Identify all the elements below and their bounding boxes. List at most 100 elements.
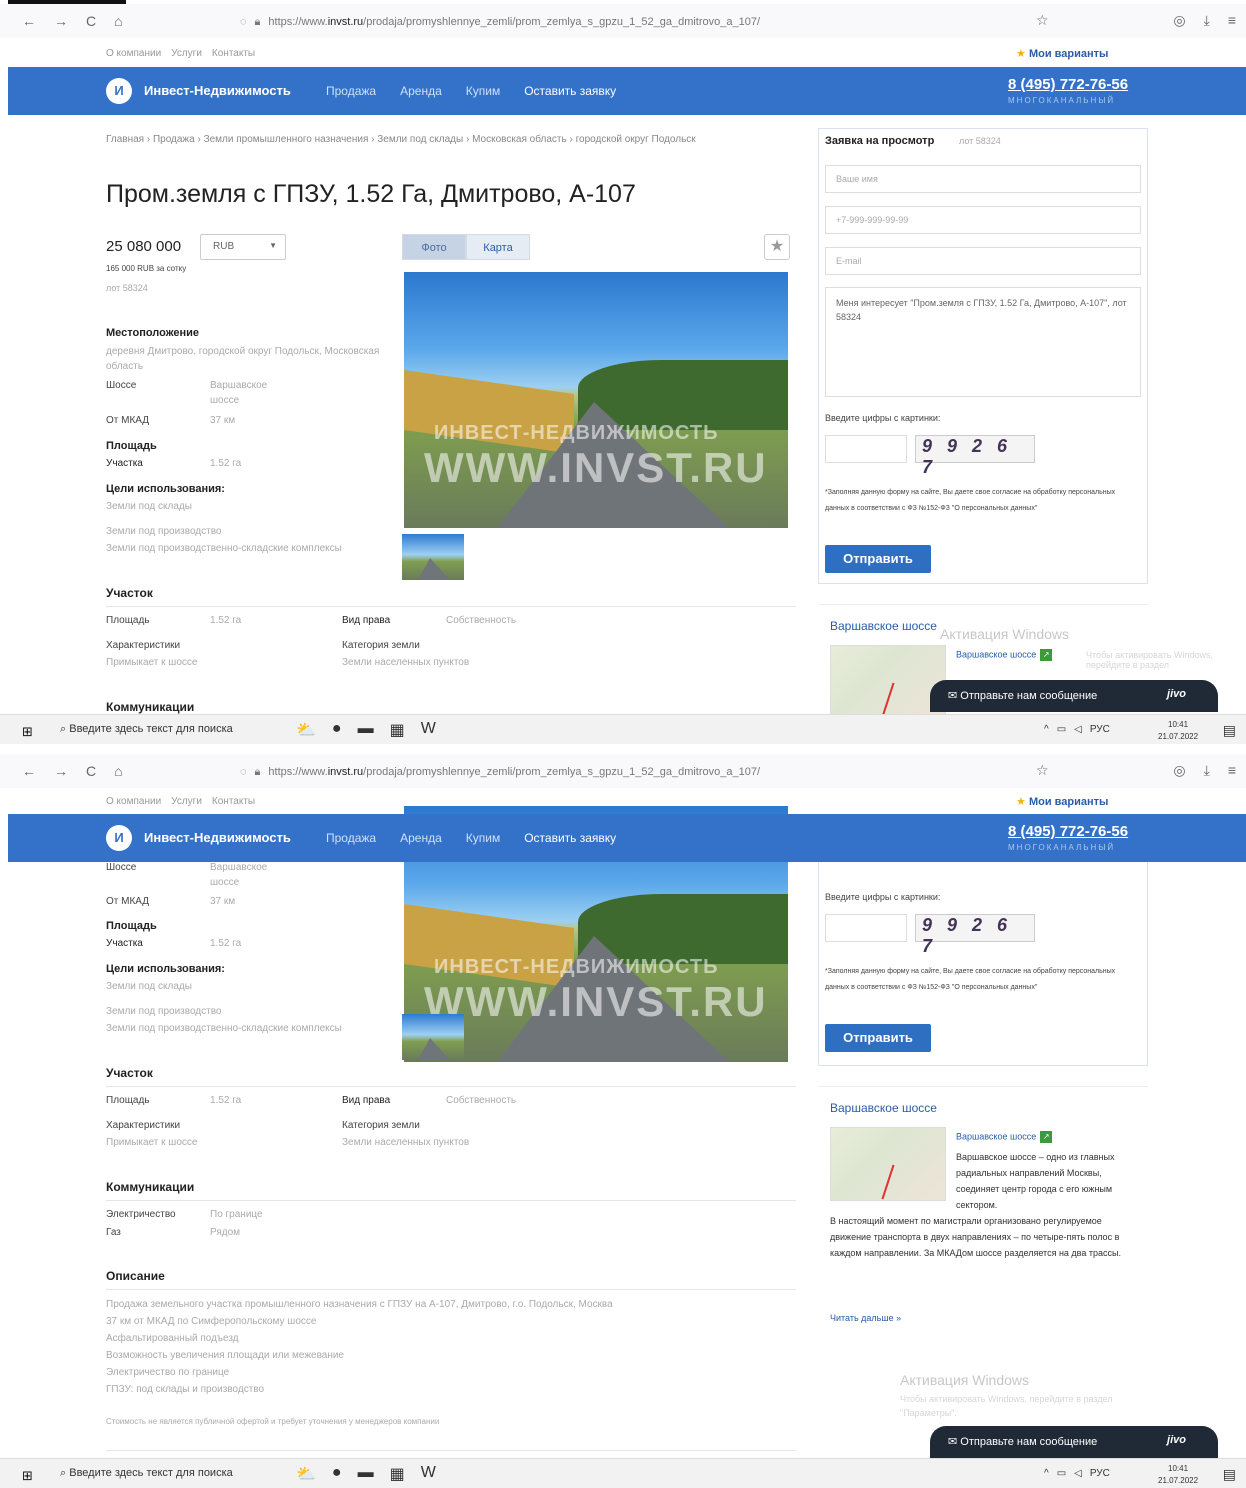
clock[interactable]: 10:41 21.07.2022 [1158, 1463, 1198, 1487]
contacts-link[interactable]: Контакты [212, 796, 255, 807]
description-line: Возможность увеличения площади или межев… [106, 1350, 344, 1361]
forward-icon[interactable]: → [54, 13, 68, 29]
about-link[interactable]: О компании [106, 796, 161, 807]
chat-widget[interactable]: ✉ Отправьте нам сообщение jivo [930, 1426, 1218, 1458]
favorites-link[interactable]: ★ Мои варианты [1016, 795, 1108, 808]
volume-icon[interactable]: ◁ [1074, 724, 1082, 735]
folder-icon[interactable]: ▬ [358, 720, 374, 740]
submit-button[interactable]: Отправить [825, 1024, 931, 1052]
captcha-input[interactable] [825, 435, 907, 463]
favorites-link[interactable]: ★ Мои варианты [1016, 47, 1108, 60]
menu-sale[interactable]: Продажа [326, 831, 376, 845]
weather-icon[interactable]: ⛅ [296, 720, 316, 740]
phone-input[interactable]: +7-999-999-99-99 [825, 206, 1141, 234]
contacts-link[interactable]: Контакты [212, 48, 255, 59]
bookmark-star-icon[interactable]: ☆ [1036, 12, 1049, 29]
chevron-up-icon[interactable]: ^ [1044, 1468, 1049, 1479]
windows-start-icon[interactable]: ⊞ [22, 724, 33, 740]
menu-rent[interactable]: Аренда [400, 84, 442, 98]
language-indicator[interactable]: РУС [1090, 724, 1110, 735]
divider [106, 1086, 796, 1087]
clock[interactable]: 10:41 21.07.2022 [1158, 719, 1198, 743]
about-link[interactable]: О компании [106, 48, 161, 59]
menu-rent[interactable]: Аренда [400, 831, 442, 845]
char-value: Примыкает к шоссе [106, 1137, 198, 1148]
firefox-icon[interactable]: ● [332, 720, 342, 740]
home-icon[interactable]: ⌂ [114, 13, 122, 29]
extensions-icon[interactable]: ≡ [1228, 12, 1236, 29]
listing-photo[interactable]: ИНВЕСТ-НЕДВИЖИМОСТЬ WWW.INVST.RU [404, 272, 788, 528]
logo-icon[interactable]: И [106, 78, 132, 104]
weather-icon[interactable]: ⛅ [296, 1464, 316, 1484]
pocket-icon[interactable]: ◎ [1173, 762, 1185, 779]
read-more-link[interactable]: Читать дальше » [830, 1313, 901, 1323]
phone-number[interactable]: 8 (495) 772-76-56 [1008, 823, 1128, 840]
pocket-icon[interactable]: ◎ [1173, 12, 1185, 29]
volume-icon[interactable]: ◁ [1074, 1468, 1082, 1479]
reload-icon[interactable]: C [86, 763, 96, 779]
windows-activation-params: "Параметры". [900, 1408, 957, 1418]
extensions-icon[interactable]: ≡ [1228, 762, 1236, 779]
network-icon[interactable]: ▭ [1057, 724, 1066, 735]
tab-map[interactable]: Карта [466, 234, 530, 260]
services-link[interactable]: Услуги [171, 796, 202, 807]
excel-icon[interactable]: ▦ [390, 1464, 405, 1484]
highway-title[interactable]: Варшавское шоссе [830, 1101, 937, 1115]
brand-name[interactable]: Инвест-Недвижимость [144, 830, 291, 845]
notifications-icon[interactable]: ▤ [1223, 1466, 1236, 1483]
menu-request[interactable]: Оставить заявку [524, 84, 616, 98]
menu-buy[interactable]: Купим [466, 831, 500, 845]
captcha-input[interactable] [825, 914, 907, 942]
notifications-icon[interactable]: ▤ [1223, 722, 1236, 739]
home-icon[interactable]: ⌂ [114, 763, 122, 779]
download-icon[interactable]: ⤓ [1204, 762, 1210, 779]
breadcrumb[interactable]: Главная › Продажа › Земли промышленного … [106, 132, 696, 148]
photo-thumbnail[interactable] [402, 534, 464, 580]
name-input[interactable]: Ваше имя [825, 165, 1141, 193]
address-bar[interactable]: ◌ 🔒︎ https://www.invst.ru/prodaja/promys… [240, 10, 1060, 34]
taskbar-search[interactable]: ⌕ Введите здесь текст для поиска [60, 723, 233, 736]
taskbar: ⊞ ⌕ Введите здесь текст для поиска ⛅ ● ▬… [0, 1458, 1246, 1488]
download-icon[interactable]: ⤓ [1204, 12, 1210, 29]
address-bar[interactable]: ◌ 🔒︎ https://www.invst.ru/prodaja/promys… [240, 760, 1060, 784]
forward-icon[interactable]: → [54, 763, 68, 779]
folder-icon[interactable]: ▬ [358, 1464, 374, 1484]
menu-buy[interactable]: Купим [466, 84, 500, 98]
highway-link[interactable]: Варшавское шоссе ↗ [956, 649, 1053, 661]
chat-widget[interactable]: ✉ Отправьте нам сообщение jivo [930, 680, 1218, 712]
brand-name[interactable]: Инвест-Недвижимость [144, 83, 291, 98]
back-icon[interactable]: ← [22, 13, 36, 29]
tab-photo[interactable]: Фото [402, 234, 466, 260]
highway-map[interactable] [830, 645, 946, 719]
windows-start-icon[interactable]: ⊞ [22, 1468, 33, 1484]
message-textarea[interactable]: Меня интересует "Пром.земля с ГПЗУ, 1.52… [825, 287, 1141, 397]
bookmark-star-icon[interactable]: ☆ [1036, 762, 1049, 779]
back-icon[interactable]: ← [22, 763, 36, 779]
menu-request[interactable]: Оставить заявку [524, 831, 616, 845]
reload-icon[interactable]: C [86, 13, 96, 29]
network-icon[interactable]: ▭ [1057, 1468, 1066, 1479]
highway-title[interactable]: Варшавское шоссе [830, 619, 937, 633]
plot-area-label: Площадь [106, 1095, 150, 1106]
currency-select[interactable]: RUB ▼ [200, 234, 286, 260]
phone-number[interactable]: 8 (495) 772-76-56 [1008, 76, 1128, 93]
taskbar-search[interactable]: ⌕ Введите здесь текст для поиска [60, 1467, 233, 1480]
submit-button[interactable]: Отправить [825, 545, 931, 573]
divider [106, 1200, 796, 1201]
email-input[interactable]: E-mail [825, 247, 1141, 275]
logo-icon[interactable]: И [106, 825, 132, 851]
system-tray: ^ ▭ ◁ РУС [1044, 1468, 1110, 1479]
divider [106, 1450, 796, 1451]
chevron-up-icon[interactable]: ^ [1044, 724, 1049, 735]
services-link[interactable]: Услуги [171, 48, 202, 59]
menu-sale[interactable]: Продажа [326, 84, 376, 98]
windows-activation: Активация Windows [940, 626, 1070, 642]
favorite-star-icon[interactable]: ★ [764, 234, 790, 260]
photo-thumbnail[interactable] [402, 1014, 464, 1060]
firefox-icon[interactable]: ● [332, 1464, 342, 1484]
highway-link[interactable]: Варшавское шоссе ↗ [956, 1131, 1053, 1143]
word-icon[interactable]: W [421, 720, 436, 740]
excel-icon[interactable]: ▦ [390, 720, 405, 740]
word-icon[interactable]: W [421, 1464, 436, 1484]
language-indicator[interactable]: РУС [1090, 1468, 1110, 1479]
